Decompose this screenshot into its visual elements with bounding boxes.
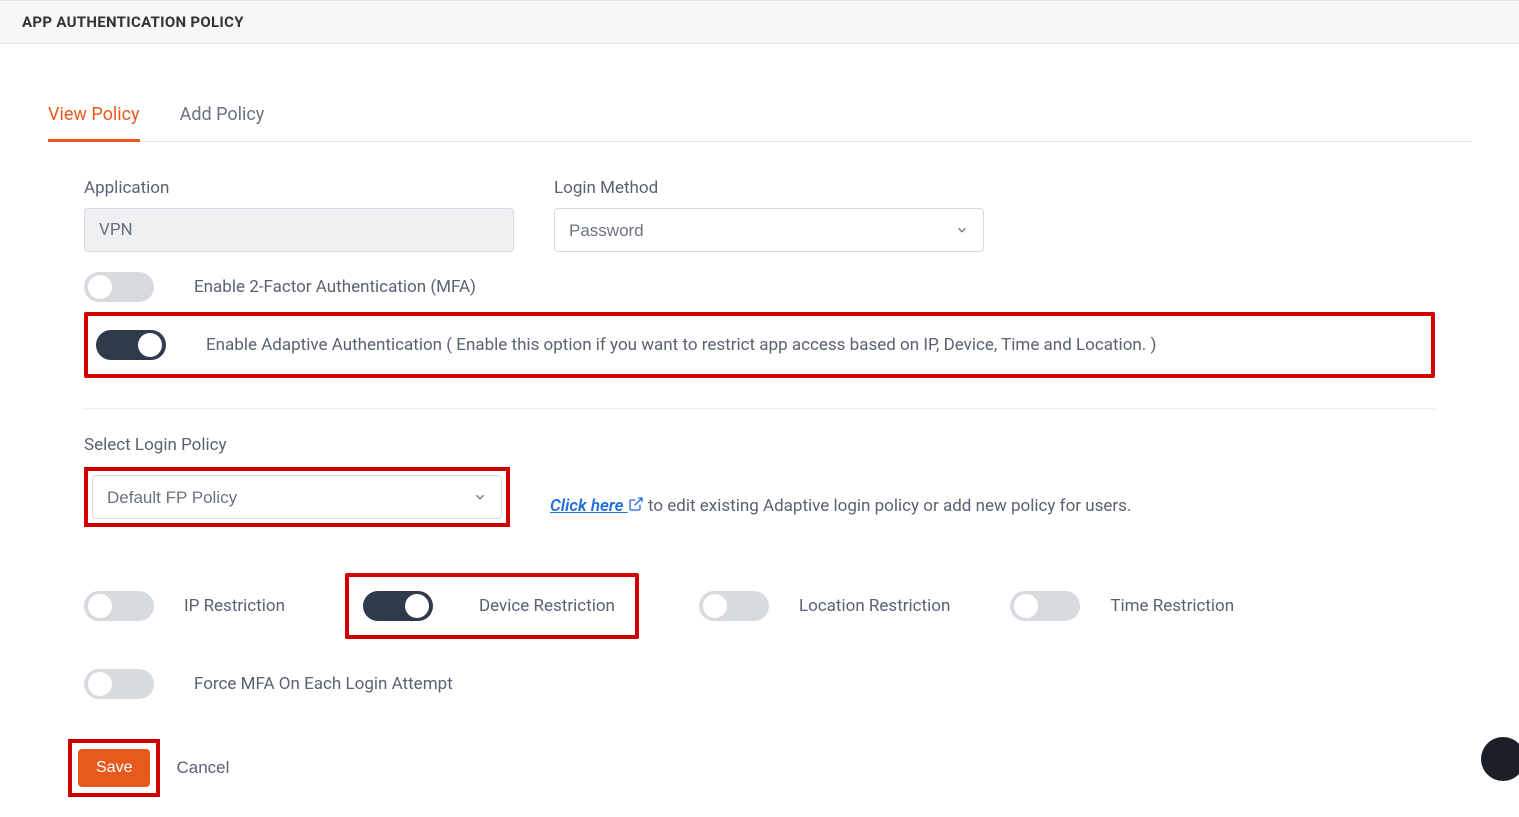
adaptive-label: Enable Adaptive Authentication ( Enable … bbox=[206, 335, 1156, 355]
location-restriction-toggle[interactable] bbox=[699, 591, 769, 621]
click-here-link[interactable]: Click here bbox=[550, 496, 644, 516]
mfa-row: Enable 2-Factor Authentication (MFA) bbox=[84, 272, 1435, 302]
mfa-label: Enable 2-Factor Authentication (MFA) bbox=[194, 277, 476, 297]
ip-restriction-toggle[interactable] bbox=[84, 591, 154, 621]
location-restriction-item: Location Restriction bbox=[699, 591, 950, 621]
toggle-knob bbox=[88, 594, 112, 618]
external-link-icon bbox=[628, 496, 644, 517]
adaptive-toggle[interactable] bbox=[96, 330, 166, 360]
application-group: Application VPN bbox=[84, 178, 514, 252]
login-policy-select[interactable]: Default FP Policy bbox=[92, 475, 502, 519]
ip-restriction-label: IP Restriction bbox=[184, 596, 285, 616]
policy-hint-text: to edit existing Adaptive login policy o… bbox=[644, 496, 1132, 516]
page-header: APP AUTHENTICATION POLICY bbox=[0, 0, 1519, 44]
toggle-knob bbox=[1014, 594, 1038, 618]
toggle-knob bbox=[88, 672, 112, 696]
tabs-container: View Policy Add Policy bbox=[48, 92, 1471, 142]
device-restriction-toggle[interactable] bbox=[363, 591, 433, 621]
time-restriction-label: Time Restriction bbox=[1110, 596, 1234, 616]
policy-hint: Click here to edit existing Adaptive log… bbox=[550, 496, 1131, 527]
adaptive-highlight: Enable Adaptive Authentication ( Enable … bbox=[84, 312, 1435, 378]
toggle-knob bbox=[138, 333, 162, 357]
toggle-knob bbox=[405, 594, 429, 618]
location-restriction-label: Location Restriction bbox=[799, 596, 950, 616]
login-policy-highlight: Default FP Policy bbox=[84, 467, 510, 527]
time-restriction-item: Time Restriction bbox=[1010, 591, 1234, 621]
force-mfa-label: Force MFA On Each Login Attempt bbox=[194, 674, 453, 694]
force-mfa-toggle[interactable] bbox=[84, 669, 154, 699]
save-highlight: Save bbox=[68, 739, 160, 797]
mfa-toggle[interactable] bbox=[84, 272, 154, 302]
help-bubble-icon[interactable] bbox=[1481, 737, 1519, 781]
cancel-button[interactable]: Cancel bbox=[176, 758, 229, 778]
login-method-label: Login Method bbox=[554, 178, 984, 198]
divider bbox=[84, 408, 1435, 409]
login-method-group: Login Method Password bbox=[554, 178, 984, 252]
tab-view-policy[interactable]: View Policy bbox=[48, 92, 140, 142]
toggle-knob bbox=[703, 594, 727, 618]
login-method-select[interactable]: Password bbox=[554, 208, 984, 252]
application-field: VPN bbox=[84, 208, 514, 252]
force-mfa-row: Force MFA On Each Login Attempt bbox=[84, 669, 1435, 699]
page-title: APP AUTHENTICATION POLICY bbox=[22, 13, 1497, 31]
device-restriction-highlight: Device Restriction bbox=[345, 573, 639, 639]
device-restriction-label: Device Restriction bbox=[479, 596, 615, 616]
ip-restriction-item: IP Restriction bbox=[84, 591, 285, 621]
application-label: Application bbox=[84, 178, 514, 198]
save-button[interactable]: Save bbox=[78, 749, 150, 787]
tab-add-policy[interactable]: Add Policy bbox=[180, 92, 265, 142]
toggle-knob bbox=[88, 275, 112, 299]
time-restriction-toggle[interactable] bbox=[1010, 591, 1080, 621]
select-login-policy-label: Select Login Policy bbox=[84, 435, 1435, 455]
